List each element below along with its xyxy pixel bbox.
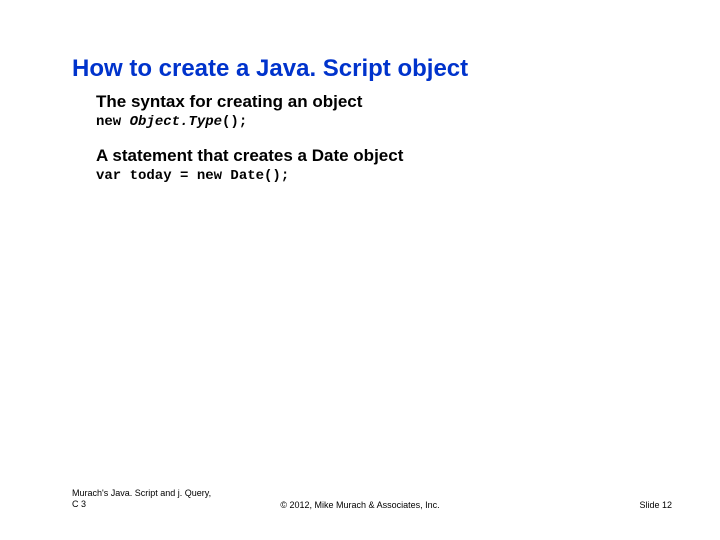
section-heading: The syntax for creating an object (96, 92, 656, 112)
code-text: var today = new Date(); (96, 168, 289, 184)
slide-title: How to create a Java. Script object (72, 55, 468, 83)
slide: How to create a Java. Script object The … (0, 0, 720, 540)
footer-left-line1: Murach's Java. Script and j. Query, (72, 488, 211, 498)
code-text: (); (222, 114, 247, 130)
code-block: var today = new Date(); (96, 168, 656, 184)
code-block: new Object.Type(); (96, 114, 656, 130)
footer: Murach's Java. Script and j. Query, C 3 … (0, 482, 720, 510)
code-text: new (96, 114, 130, 130)
section-heading: A statement that creates a Date object (96, 146, 656, 166)
slide-content: The syntax for creating an object new Ob… (96, 92, 656, 184)
code-text: Object.Type (130, 114, 222, 130)
footer-right: Slide 12 (639, 500, 672, 510)
footer-center: © 2012, Mike Murach & Associates, Inc. (0, 500, 720, 510)
